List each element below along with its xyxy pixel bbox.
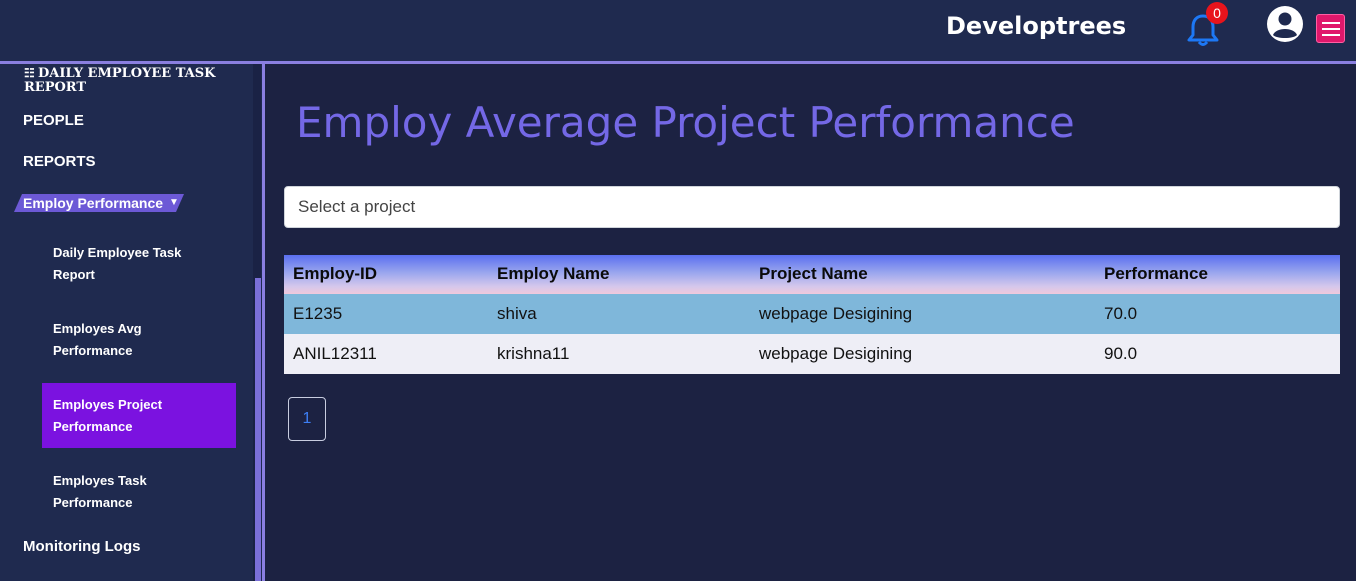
sidebar-item-label: Employ Performance <box>23 195 164 211</box>
cell-employ-name: krishna11 <box>497 344 570 363</box>
notification-badge: 0 <box>1206 2 1228 24</box>
page-title: Employ Average Project Performance <box>296 98 1075 147</box>
sidebar-subitem-employes-task-performance[interactable]: Employes Task Performance <box>53 470 223 514</box>
caret-down-icon: ▼ <box>169 197 179 208</box>
task-list-icon: ☷ <box>24 66 35 80</box>
hamburger-line <box>1322 22 1340 24</box>
table-row[interactable]: E1235 shiva webpage Desigining 70.0 <box>284 294 1340 334</box>
hamburger-menu-button[interactable] <box>1316 14 1345 43</box>
cell-performance: 90.0 <box>1104 344 1138 363</box>
sidebar-item-monitoring-logs[interactable]: Monitoring Logs <box>23 538 140 555</box>
cell-project-name: webpage Desigining <box>759 304 913 323</box>
cell-employ-name: shiva <box>497 304 537 323</box>
cell-employ-id: E1235 <box>293 304 343 323</box>
sidebar-item-reports[interactable]: REPORTS <box>23 153 96 170</box>
pagination-page-button[interactable]: 1 <box>288 397 326 441</box>
performance-table: Employ-ID Employ Name Project Name Perfo… <box>284 255 1340 374</box>
cell-employ-id: ANIL12311 <box>293 344 377 363</box>
sidebar-subitem-daily-employee-task-report[interactable]: Daily Employee Task Report <box>53 242 223 286</box>
hamburger-line <box>1322 28 1340 30</box>
cell-performance: 70.0 <box>1104 304 1138 323</box>
sidebar-border <box>262 64 265 581</box>
column-header-employ-name[interactable]: Employ Name <box>497 255 609 293</box>
brand-title: Developtrees <box>946 12 1127 40</box>
cell-project-name: webpage Desigining <box>759 344 913 363</box>
sidebar-subitem-employes-project-performance[interactable]: Employes Project Performance <box>53 394 223 438</box>
sidebar-item-people[interactable]: PEOPLE <box>23 112 84 129</box>
column-header-project-name[interactable]: Project Name <box>759 255 868 293</box>
user-avatar-icon[interactable] <box>1266 5 1304 43</box>
table-row[interactable]: ANIL12311 krishna11 webpage Desigining 9… <box>284 334 1340 374</box>
sidebar-app-title[interactable]: ☷ DAILY EMPLOYEE TASK REPORT <box>24 66 234 95</box>
column-header-employ-id[interactable]: Employ-ID <box>293 255 377 293</box>
table-header: Employ-ID Employ Name Project Name Perfo… <box>284 255 1340 294</box>
sidebar-scrollbar-thumb[interactable] <box>255 278 261 581</box>
top-navbar <box>0 0 1356 62</box>
hamburger-line <box>1322 34 1340 36</box>
column-header-performance[interactable]: Performance <box>1104 255 1208 293</box>
sidebar-item-employ-performance[interactable]: Employ Performance ▼ <box>14 194 184 212</box>
sidebar-app-title-text: DAILY EMPLOYEE TASK REPORT <box>24 66 216 95</box>
project-select[interactable]: Select a project <box>284 186 1340 228</box>
sidebar-subitem-employes-avg-performance[interactable]: Employes Avg Performance <box>53 318 223 362</box>
